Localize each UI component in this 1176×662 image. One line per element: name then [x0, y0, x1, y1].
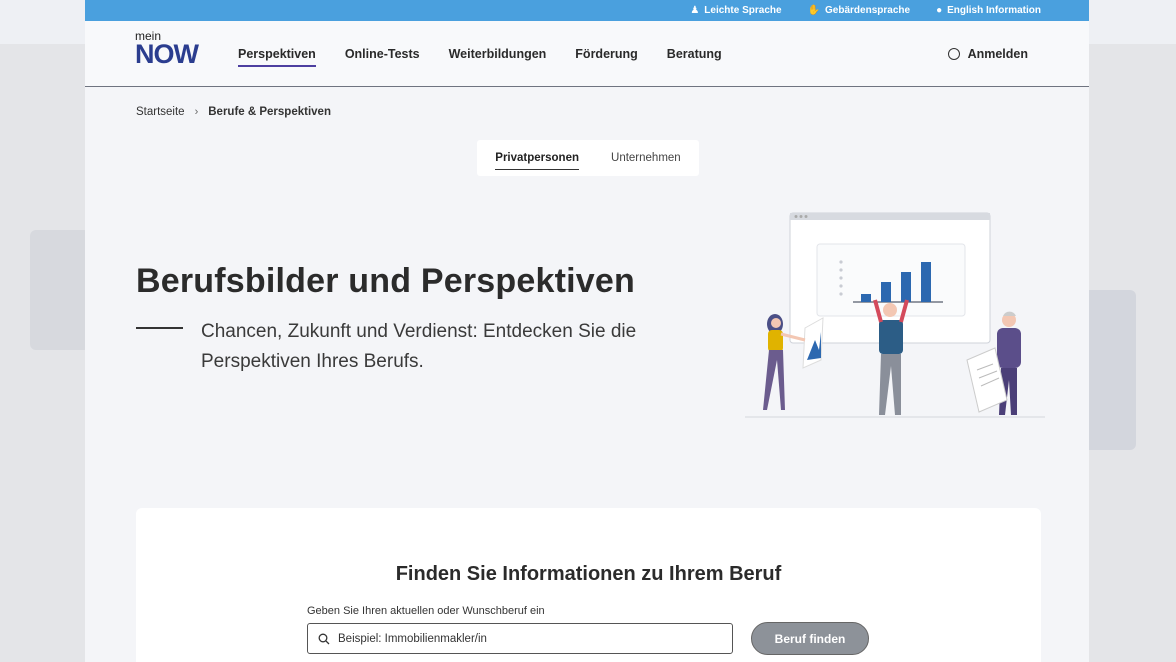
audience-tabs: Privatpersonen Unternehmen	[477, 140, 699, 176]
find-job-button[interactable]: Beruf finden	[751, 622, 869, 655]
chart-bar	[881, 282, 891, 302]
search-field[interactable]	[307, 623, 733, 654]
chart-bar	[921, 262, 931, 302]
breadcrumb: Startseite › Berufe & Perspektiven	[136, 106, 331, 118]
user-icon	[947, 48, 960, 60]
nav-item-weiterbildungen[interactable]: Weiterbildungen	[449, 41, 547, 67]
breadcrumb-current: Berufe & Perspektiven	[208, 106, 331, 118]
hero-illustration	[745, 212, 1045, 418]
chart-bar	[901, 272, 911, 302]
sign-language-link[interactable]: ✋ Gebärdensprache	[808, 5, 911, 16]
english-info-link[interactable]: ● English Information	[936, 5, 1041, 16]
search-card: Finden Sie Informationen zu Ihrem Beruf …	[136, 508, 1041, 662]
hero-lead: Chancen, Zukunft und Verdienst: Entdecke…	[201, 321, 637, 372]
login-button[interactable]: Anmelden	[947, 21, 1028, 87]
page-title: Berufsbilder und Perspektiven	[136, 262, 635, 300]
person-icon: ♟	[690, 5, 700, 16]
main-navigation: mein NOW Perspektiven Online-Tests Weite…	[85, 21, 1089, 87]
hand-icon: ✋	[807, 5, 821, 16]
search-label: Geben Sie Ihren aktuellen oder Wunschber…	[307, 605, 545, 617]
title-divider	[136, 327, 183, 329]
search-heading: Finden Sie Informationen zu Ihrem Beruf	[395, 563, 782, 585]
chart-bar	[861, 294, 871, 302]
tab-unternehmen[interactable]: Unternehmen	[611, 147, 681, 169]
globe-icon: ●	[936, 5, 943, 16]
chevron-right-icon: ›	[194, 106, 199, 118]
nav-item-foerderung[interactable]: Förderung	[575, 41, 638, 67]
logo[interactable]: mein NOW	[135, 30, 199, 68]
search-icon	[318, 633, 330, 644]
nav-item-online-tests[interactable]: Online-Tests	[345, 41, 420, 67]
easy-language-link[interactable]: ♟ Leichte Sprache	[690, 5, 781, 16]
nav-item-beratung[interactable]: Beratung	[667, 41, 722, 67]
tab-privatpersonen[interactable]: Privatpersonen	[495, 147, 580, 170]
nav-item-perspektiven[interactable]: Perspektiven	[238, 41, 316, 67]
accessibility-bar: ♟ Leichte Sprache ✋ Gebärdensprache ● Engli…	[85, 0, 1089, 21]
breadcrumb-home[interactable]: Startseite	[136, 106, 185, 118]
page: ♟ Leichte Sprache ✋ Gebärdensprache ● Engli…	[85, 0, 1089, 662]
search-input[interactable]	[338, 632, 718, 645]
